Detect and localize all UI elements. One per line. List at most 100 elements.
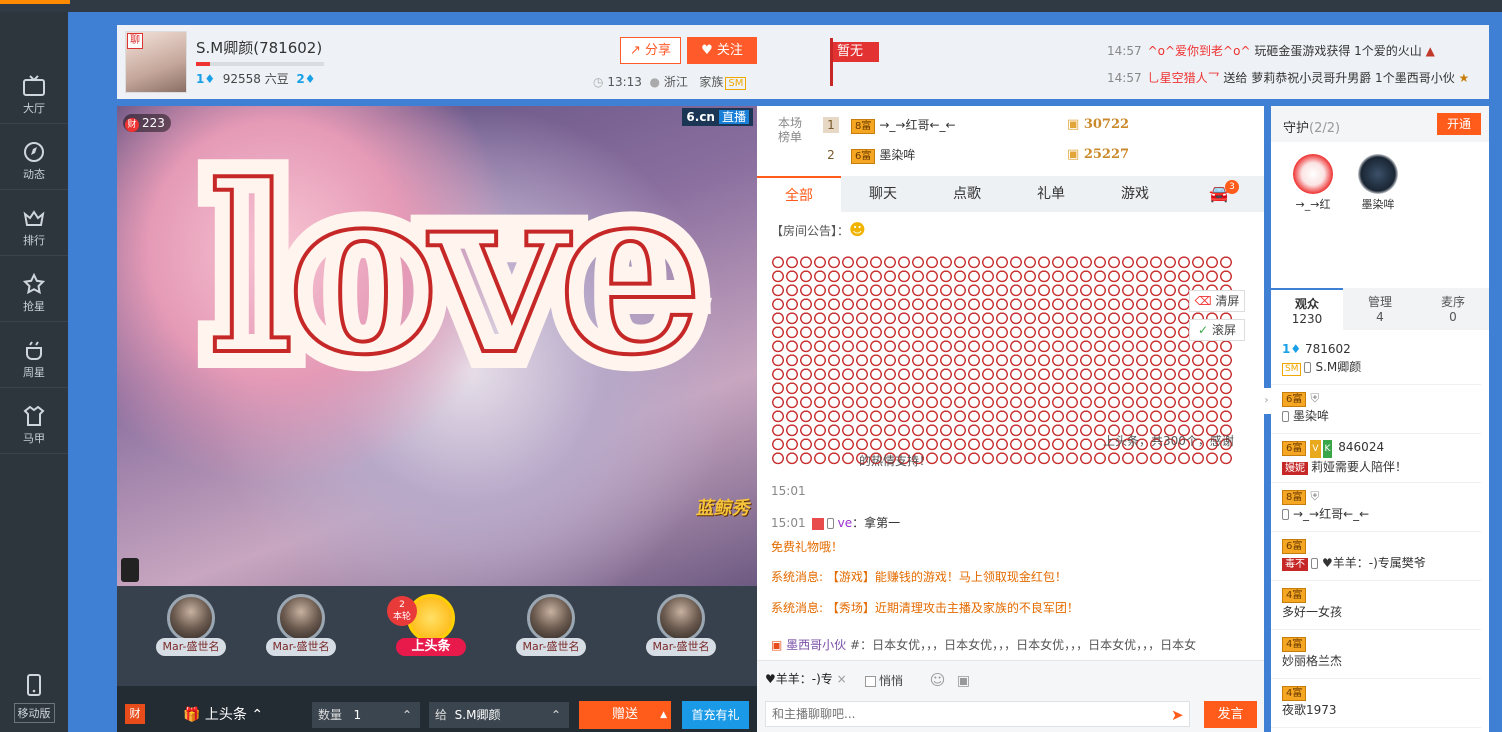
share-button[interactable]: ↗ 分享 bbox=[620, 37, 681, 64]
coin-icon: ▣ bbox=[1067, 117, 1084, 132]
rank-row[interactable]: 1 8富 →_→红哥←_← bbox=[823, 115, 956, 135]
nav-item-feed[interactable]: 动态 bbox=[0, 124, 68, 190]
gift-thanks-text: 上头条，共300个，感谢 bbox=[1103, 434, 1234, 448]
system-message[interactable]: 系统消息: 【游戏】能赚钱的游戏！马上领取现金红包！ bbox=[771, 568, 1067, 585]
tab-all[interactable]: 全部 bbox=[757, 176, 841, 212]
live-label: 直播 bbox=[718, 110, 749, 124]
fortune-icon: 财 bbox=[125, 118, 139, 132]
gift-item[interactable]: Mar-盛世名 bbox=[261, 594, 341, 656]
audience-item[interactable]: 8富 ⛨ →_→红哥←_← bbox=[1271, 483, 1481, 532]
ticker-user[interactable]: ^o^爱你到老^o^ bbox=[1148, 44, 1251, 58]
car-badge: 3 bbox=[1225, 180, 1239, 194]
nav-label: 动态 bbox=[23, 168, 45, 181]
guard-member[interactable]: →_→红 bbox=[1283, 154, 1343, 212]
checkbox[interactable] bbox=[865, 676, 876, 687]
caret-up-icon[interactable]: ▲ bbox=[660, 701, 667, 729]
system-message[interactable]: 系统消息: 【秀场】近期清理攻击主播及家族的不良军团！ bbox=[771, 599, 1079, 616]
left-nav: 大厅 动态 排行 抢星 周星 马甲 移动版 bbox=[0, 12, 68, 732]
nav-item-rank[interactable]: 排行 bbox=[0, 190, 68, 256]
reply-target[interactable]: ♥羊羊：-)专 × bbox=[765, 669, 847, 689]
site-logo: 6.cn bbox=[686, 110, 715, 124]
audience-item[interactable]: 6富 ⛨ 墨染哞 bbox=[1271, 385, 1481, 434]
emoji-icon[interactable]: ☺ bbox=[930, 671, 946, 689]
live-tag: 6.cn 直播 bbox=[682, 108, 753, 126]
rank-row[interactable]: 2 6富 墨染哞 bbox=[823, 145, 915, 165]
audience-item[interactable]: 4富 多好一女孩 bbox=[1271, 581, 1481, 630]
nav-item-vest[interactable]: 马甲 bbox=[0, 388, 68, 454]
guard-member[interactable]: 墨染哞 bbox=[1348, 154, 1408, 212]
round-badge: 2 本轮 bbox=[387, 596, 417, 626]
chat-user[interactable]: 墨西哥小伙 bbox=[786, 638, 846, 652]
browser-top-strip bbox=[0, 0, 1502, 12]
rank-score: ▣ 25227 bbox=[1067, 147, 1130, 162]
guard-avatar bbox=[1358, 154, 1398, 194]
nav-label: 周星 bbox=[23, 366, 45, 379]
recipient-select[interactable]: 给 S.M卿颜 ⌃ bbox=[429, 702, 569, 728]
open-guard-button[interactable]: 开通 bbox=[1437, 113, 1481, 135]
tab-audience[interactable]: 观众 1230 bbox=[1271, 288, 1343, 330]
compass-icon bbox=[24, 142, 44, 162]
audience-item[interactable]: 6富 毒不 ♥羊羊：-)专属樊爷 bbox=[1271, 532, 1481, 581]
mobile-version-button[interactable]: 移动版 bbox=[10, 674, 58, 723]
gift-item[interactable]: Mar-盛世名 bbox=[151, 594, 231, 656]
whisper-checkbox[interactable]: 悄悄 ☺ ▣ bbox=[865, 671, 970, 689]
phone-icon bbox=[27, 674, 41, 696]
share-icon: ↗ bbox=[629, 43, 645, 58]
nav-label: 马甲 bbox=[23, 432, 45, 445]
clear-screen-button[interactable]: ⌫ 清屏 bbox=[1189, 290, 1245, 312]
chat-tabs: 全部 聊天 点歌 礼单 游戏 🚘 3 bbox=[757, 176, 1264, 212]
gift-item[interactable]: Mar-盛世名 bbox=[511, 594, 591, 656]
audience-item[interactable]: 4富 夜歌1973 bbox=[1271, 679, 1481, 728]
tab-game[interactable]: 游戏 bbox=[1093, 176, 1177, 212]
nav-label: 排行 bbox=[23, 234, 45, 247]
gift-toolbar: 财 🎁 上头条 ⌃ 数量 1 ⌃ 给 S.M卿颜 ⌃ 赠送 ▲ 首充有礼 bbox=[117, 686, 757, 732]
family-label: 家族 bbox=[699, 75, 724, 89]
vip-icon bbox=[811, 517, 824, 530]
phone-icon bbox=[1304, 362, 1312, 373]
right-panel: 守护(2/2) 开通 →_→红 墨染哞 观众 1230 管理 4 麦序 0 1♦ 78… bbox=[1271, 106, 1489, 732]
family-badge[interactable]: SM bbox=[725, 77, 747, 90]
tab-gift-list[interactable]: 礼单 bbox=[1009, 176, 1093, 212]
gift-ticker: 14:57 ^o^爱你到老^o^ 玩砸金蛋游戏获得 1个爱的火山 ▲ 14:57 乚… bbox=[1107, 42, 1469, 96]
diamond-icon: ♦ bbox=[204, 72, 216, 86]
ticker-user[interactable]: 乚星空猎人乛 bbox=[1148, 71, 1220, 85]
follow-label: 关注 bbox=[716, 43, 743, 58]
tab-song[interactable]: 点歌 bbox=[925, 176, 1009, 212]
give-button[interactable]: 赠送 ▲ bbox=[579, 701, 671, 729]
anchor-level-next: 2 bbox=[296, 72, 305, 86]
chat-user[interactable]: ve bbox=[838, 516, 852, 530]
nav-item-week-star[interactable]: 周星 bbox=[0, 322, 68, 388]
quantity-select[interactable]: 数量 1 ⌃ bbox=[312, 702, 420, 728]
image-icon[interactable]: ▣ bbox=[957, 673, 970, 689]
tab-car[interactable]: 🚘 bbox=[1177, 176, 1261, 212]
tab-chat[interactable]: 聊天 bbox=[841, 176, 925, 212]
pot-icon bbox=[26, 341, 42, 360]
selected-gift[interactable]: 🎁 上头条 ⌃ bbox=[183, 704, 263, 724]
nav-item-grab-star[interactable]: 抢星 bbox=[0, 256, 68, 322]
live-video[interactable]: love love 财 223 6.cn 直播 蓝鲸秀 bbox=[117, 106, 757, 586]
scroll-screen-button[interactable]: ✓ 滚屏 bbox=[1189, 319, 1245, 341]
audience-item[interactable]: 6富 V K 846024 嫚妮 莉娅需要人陪伴！ bbox=[1271, 434, 1481, 483]
chat-input-area: ♥羊羊：-)专 × 悄悄 ☺ ▣ ➤ 发言 bbox=[757, 660, 1264, 732]
collapse-panel-button[interactable]: › bbox=[1262, 388, 1271, 414]
send-button[interactable]: 发言 bbox=[1204, 701, 1257, 728]
gift-item[interactable]: Mar-盛世名 bbox=[641, 594, 721, 656]
clock-icon: ◷ bbox=[593, 75, 604, 89]
anchor-beans: 92558 六豆 bbox=[222, 72, 289, 86]
tab-admin[interactable]: 管理 4 bbox=[1344, 288, 1416, 330]
mic-icon[interactable] bbox=[121, 558, 139, 582]
viewer-count: 财 223 bbox=[123, 114, 171, 132]
tab-mic-queue[interactable]: 麦序 0 bbox=[1417, 288, 1489, 330]
audience-item[interactable]: 4富 妙丽格兰杰 bbox=[1271, 630, 1481, 679]
follow-button[interactable]: ♥ 关注 bbox=[687, 37, 757, 64]
audience-item[interactable]: 1♦ 781602 SM S.M卿颜 bbox=[1271, 336, 1481, 385]
nav-item-hall[interactable]: 大厅 bbox=[0, 58, 68, 124]
fortune-button[interactable]: 财 bbox=[125, 704, 145, 724]
mexican-gift-icon: ★ bbox=[1458, 71, 1470, 85]
first-recharge-button[interactable]: 首充有礼 bbox=[682, 701, 749, 729]
speaker-icon: ▣ bbox=[771, 638, 783, 652]
close-icon[interactable]: × bbox=[837, 672, 847, 686]
chat-input[interactable] bbox=[765, 701, 1190, 727]
paper-plane-icon[interactable]: ➤ bbox=[1171, 706, 1184, 724]
tv-icon bbox=[23, 75, 45, 96]
